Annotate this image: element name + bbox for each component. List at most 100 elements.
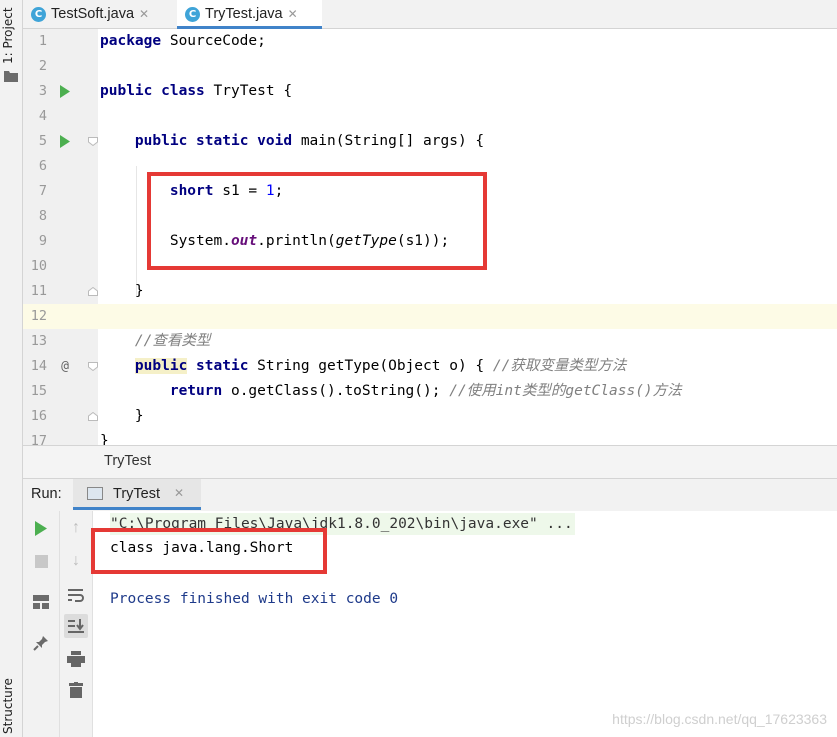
fold-icon[interactable] [88, 412, 98, 421]
run-toolbar-secondary: ↑ ↓ [60, 511, 93, 737]
soft-wrap-icon [68, 589, 84, 602]
code-text: } [134, 408, 144, 424]
code-comment: //获取变量类型方法 [492, 358, 627, 374]
code-line: 17 } [23, 429, 837, 445]
close-icon[interactable]: ✕ [139, 7, 149, 21]
play-icon [35, 520, 47, 536]
code-comment: //使用int类型的getClass()方法 [449, 383, 682, 399]
line-number: 3 [38, 83, 47, 99]
run-gutter-icon[interactable] [59, 85, 71, 98]
code-text: o.getClass().toString(); [222, 383, 450, 399]
java-class-icon: C [31, 6, 46, 22]
line-number: 17 [30, 433, 47, 445]
code-text: main(String[] args) { [292, 133, 485, 149]
code-line-current: 12 [23, 304, 837, 329]
fold-icon[interactable] [88, 137, 98, 146]
code-line: 13 //查看类型 [23, 329, 837, 354]
down-arrow-icon[interactable]: ↓ [64, 549, 88, 573]
breadcrumb-item[interactable]: TryTest [104, 453, 151, 469]
java-class-icon: C [185, 6, 200, 22]
code-text: SourceCode; [161, 33, 266, 49]
run-toolbar-primary [23, 511, 60, 737]
fold-icon[interactable] [88, 287, 98, 296]
breadcrumb: TryTest [23, 445, 837, 478]
keyword: static [196, 133, 249, 149]
code-line: 4 [23, 104, 837, 129]
scroll-to-end-icon [68, 619, 84, 633]
pin-button[interactable] [29, 631, 53, 655]
code-line: 11 } [23, 279, 837, 304]
line-number: 1 [38, 33, 47, 49]
trash-icon [69, 682, 83, 698]
code-line: 15 return o.getClass().toString(); //使用i… [23, 379, 837, 404]
run-panel-header: Run: TryTest ✕ [23, 478, 837, 512]
keyword: void [257, 133, 293, 149]
print-button[interactable] [64, 647, 88, 671]
line-number: 5 [38, 133, 47, 149]
close-icon[interactable]: ✕ [288, 7, 298, 21]
line-number: 11 [30, 283, 47, 299]
annotation-box-output [91, 528, 327, 574]
code-line: 3 public class TryTest { [23, 79, 837, 104]
left-tool-strip: 1: Project Structure [0, 0, 23, 737]
line-number: 12 [30, 308, 47, 324]
annotation-box-code [147, 172, 487, 270]
code-text: } [134, 283, 144, 299]
line-number: 13 [30, 333, 47, 349]
watermark: https://blog.csdn.net/qq_17623363 [612, 711, 827, 727]
code-line: 2 [23, 54, 837, 79]
layout-button[interactable] [29, 590, 53, 614]
rerun-button[interactable] [29, 516, 53, 540]
keyword: public [100, 83, 153, 99]
code-comment: //查看类型 [134, 333, 211, 349]
stop-button[interactable] [29, 549, 53, 573]
line-number: 15 [30, 383, 47, 399]
code-line: 14 @ public static String getType(Object… [23, 354, 837, 379]
console-process-finished: Process finished with exit code 0 [110, 591, 399, 607]
line-number: 7 [38, 183, 47, 199]
line-number: 4 [38, 108, 47, 124]
run-gutter-icon[interactable] [59, 135, 71, 148]
tab-testsoft[interactable]: C TestSoft.java ✕ [31, 0, 174, 28]
folder-icon[interactable] [4, 70, 18, 82]
project-tool-tab[interactable]: 1: Project [1, 2, 15, 64]
run-tab-trytest[interactable]: TryTest ✕ [73, 479, 201, 510]
editor-tab-bar: C TestSoft.java ✕ C TryTest.java ✕ [23, 0, 837, 29]
keyword: package [100, 33, 162, 49]
line-number: 2 [38, 58, 47, 74]
keyword: return [169, 383, 223, 399]
line-number: 14 [30, 358, 47, 374]
tab-label: TryTest.java [205, 6, 283, 22]
line-number: 16 [30, 408, 47, 424]
up-arrow-icon[interactable]: ↑ [64, 516, 88, 540]
line-number: 8 [38, 208, 47, 224]
run-config-icon [87, 487, 103, 500]
pin-icon [33, 636, 48, 651]
tab-trytest[interactable]: C TryTest.java ✕ [177, 0, 322, 29]
line-number: 9 [38, 233, 47, 249]
tab-label: TestSoft.java [51, 6, 135, 22]
close-icon[interactable]: ✕ [174, 486, 184, 500]
keyword: public [134, 133, 188, 149]
clear-all-button[interactable] [64, 678, 88, 702]
run-tab-label: TryTest [113, 486, 160, 502]
code-line: 16 } [23, 404, 837, 429]
line-number: 6 [38, 158, 47, 174]
print-icon [67, 651, 85, 667]
keyword: public [134, 358, 188, 374]
code-line: 1 package SourceCode; [23, 29, 837, 54]
scroll-to-end-button[interactable] [64, 614, 88, 638]
structure-tool-tab[interactable]: Structure [1, 672, 15, 734]
at-symbol-icon[interactable]: @ [59, 354, 71, 379]
keyword: static [196, 358, 249, 374]
code-text: TryTest { [204, 83, 293, 99]
soft-wrap-button[interactable] [64, 583, 88, 607]
stop-icon [34, 554, 48, 568]
line-number: 10 [30, 258, 47, 274]
fold-icon[interactable] [88, 362, 98, 371]
layout-icon [33, 595, 49, 609]
code-text: String getType(Object o) { [248, 358, 493, 374]
keyword: class [161, 83, 205, 99]
code-line: 5 public static void main(String[] args)… [23, 129, 837, 154]
run-label: Run: [31, 486, 62, 502]
